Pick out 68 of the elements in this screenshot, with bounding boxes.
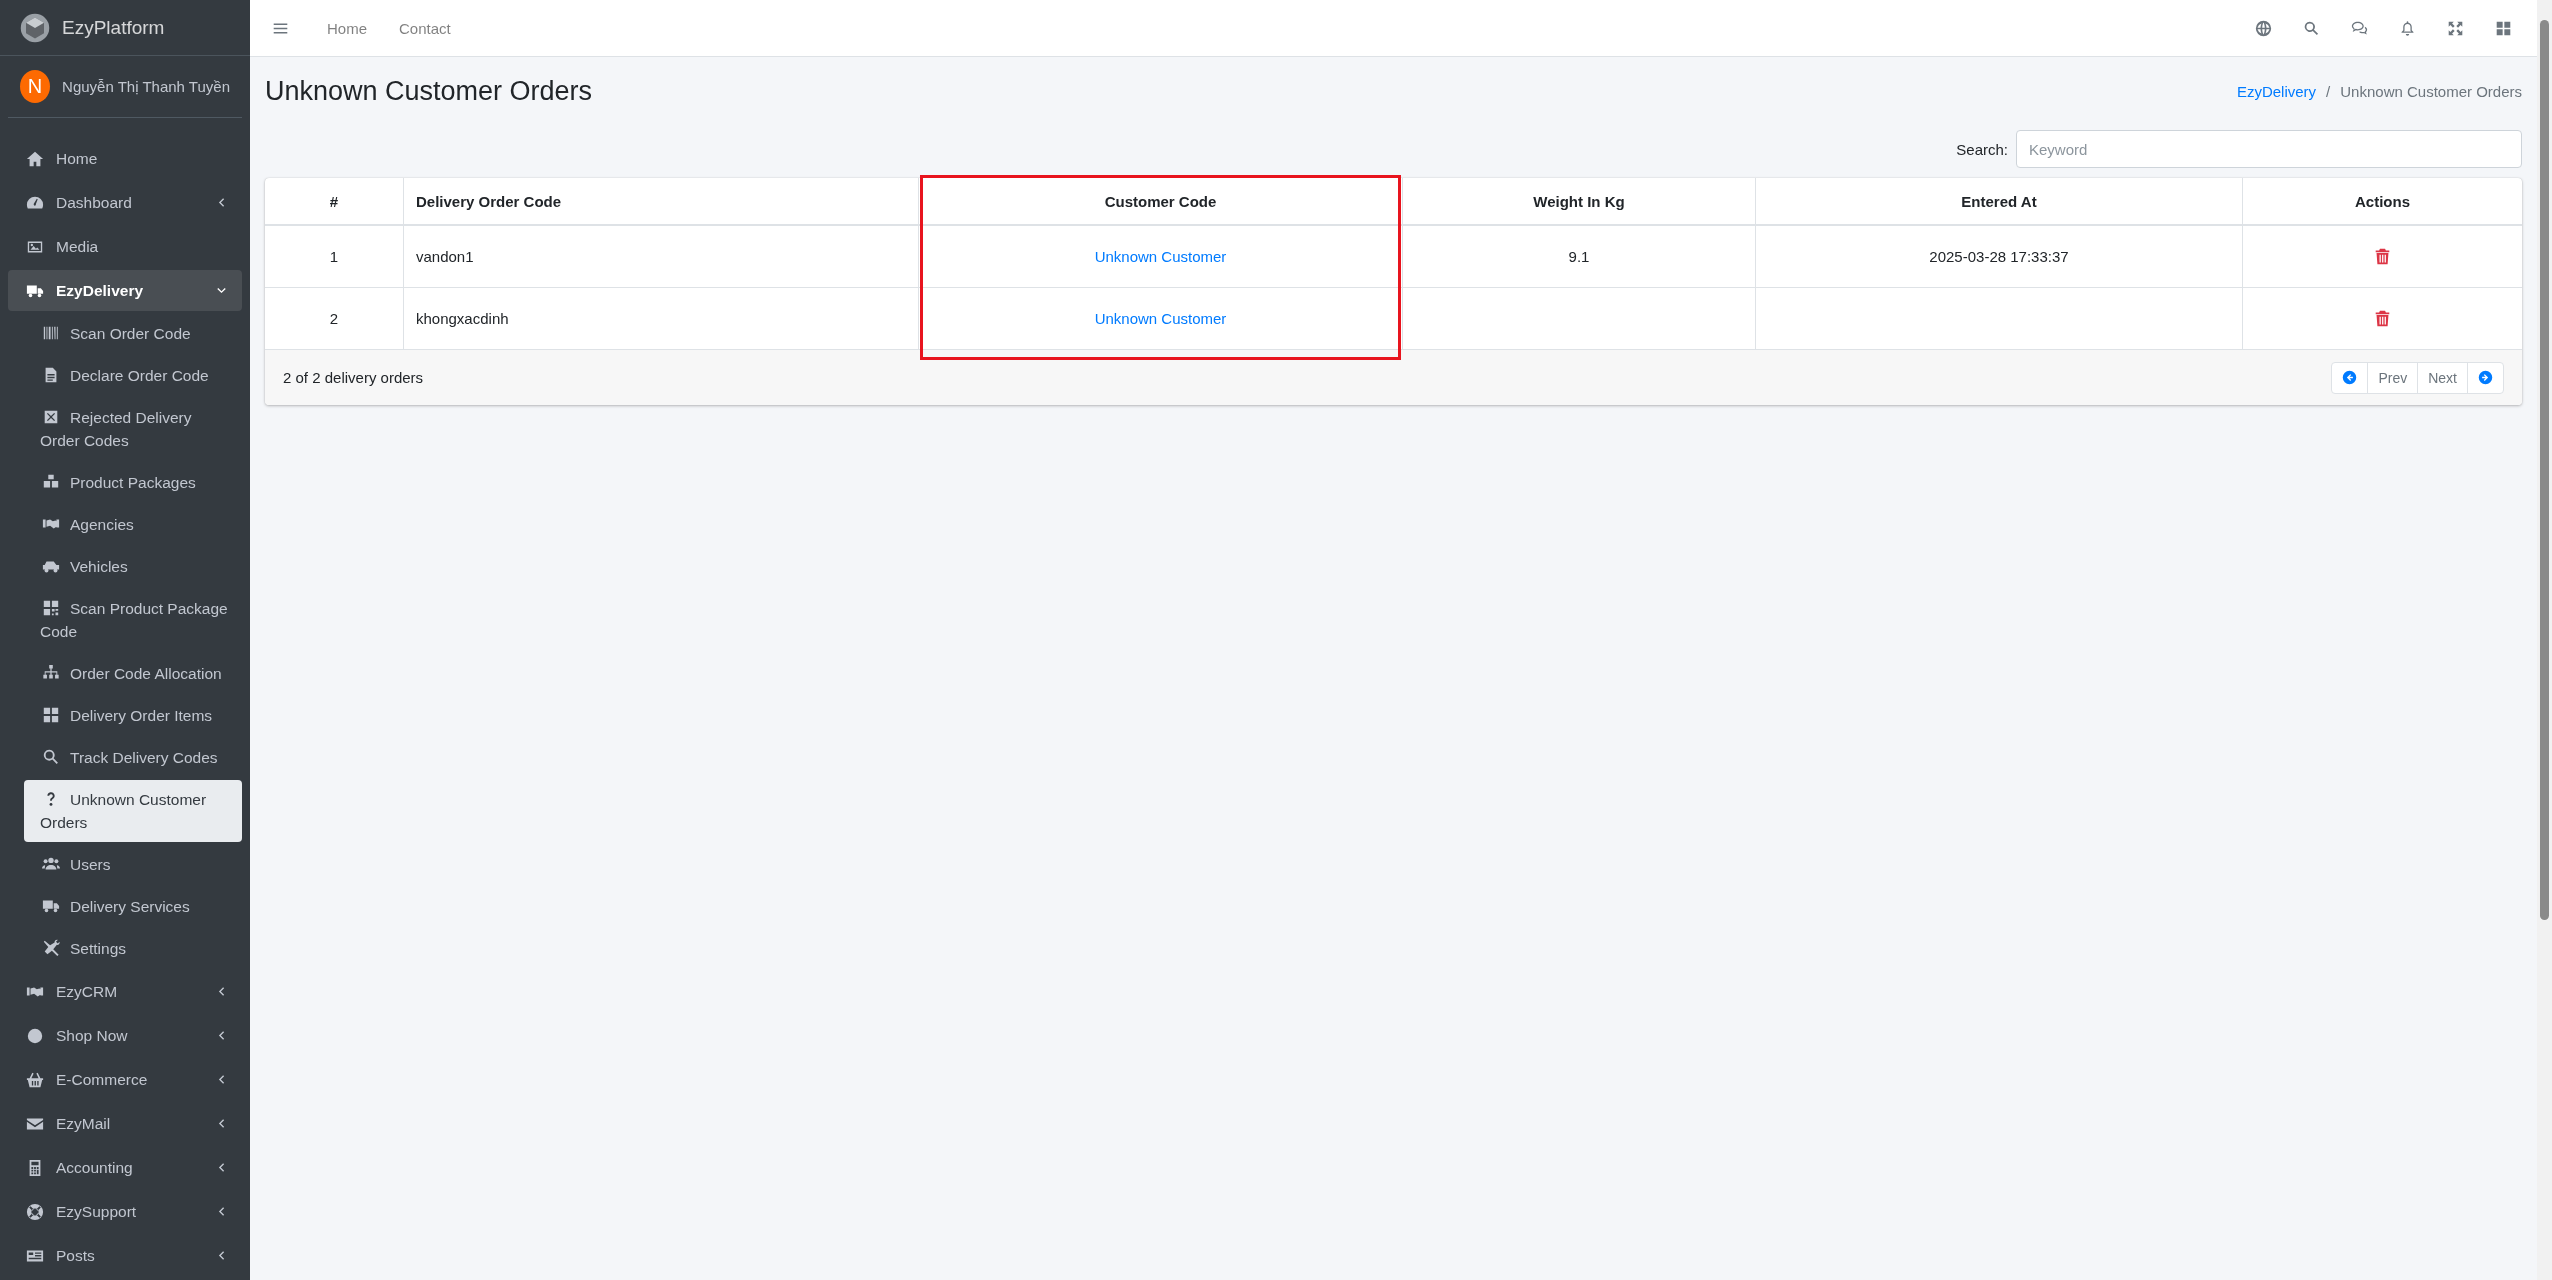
sidebar-item[interactable]: EzyMail — [8, 1103, 242, 1144]
basket-icon — [26, 1070, 44, 1089]
sidebar-item[interactable]: Home — [8, 138, 242, 179]
barcode-icon — [42, 324, 60, 342]
breadcrumb-current: Unknown Customer Orders — [2340, 82, 2522, 100]
sidebar-item[interactable]: Accounting — [8, 1147, 242, 1188]
sidebar-subitem[interactable]: Declare Order Code — [24, 356, 242, 395]
wrench-icon — [42, 939, 60, 957]
sidebar-subitem[interactable]: Order Code Allocation — [24, 654, 242, 693]
sidebar-subitem[interactable]: Product Packages — [24, 463, 242, 502]
user-avatar: N — [20, 70, 51, 103]
nav-link[interactable]: Home — [311, 19, 383, 37]
sidebar-subitem[interactable]: Scan Product Package Code — [24, 589, 242, 651]
table-cell: vandon1 — [404, 226, 919, 288]
sidebar-item[interactable]: Posts — [8, 1235, 242, 1276]
sidebar-item[interactable]: Shop Now — [8, 1015, 242, 1056]
column-header: Actions — [2243, 178, 2522, 226]
grid-icon — [42, 706, 60, 724]
column-header: Customer Code — [919, 178, 1403, 226]
expand-icon — [2446, 19, 2464, 37]
sidebar-item[interactable]: EzySupport — [8, 1191, 242, 1232]
search-icon — [2302, 19, 2320, 37]
customer-link[interactable]: Unknown Customer — [919, 226, 1403, 288]
lifebuoy-icon — [26, 1202, 44, 1221]
cube-logo-icon — [20, 12, 50, 43]
globe-icon — [2254, 19, 2272, 37]
column-header: # — [265, 178, 404, 226]
column-header: Weight In Kg — [1403, 178, 1756, 226]
sidebar-subitem[interactable]: Agencies — [24, 505, 242, 544]
circle-icon — [26, 1026, 44, 1045]
sidebar-item[interactable]: EzyCRM — [8, 971, 242, 1012]
sidebar-subitem[interactable]: Unknown Customer Orders — [24, 780, 242, 842]
sidebar-subitem[interactable]: Delivery Order Items — [24, 696, 242, 735]
qr-code-icon — [42, 599, 60, 617]
breadcrumb-separator: / — [2326, 82, 2331, 100]
column-header: Entered At — [1756, 178, 2243, 226]
sidebar-subitem[interactable]: Rejected Delivery Order Codes — [24, 398, 242, 460]
table-summary: 2 of 2 delivery orders — [283, 369, 424, 386]
sidebar-subitem[interactable]: Users — [24, 845, 242, 884]
table-cell: 9.1 — [1403, 226, 1756, 288]
search-label: Search: — [1956, 140, 2008, 158]
sidebar-item[interactable]: Media — [8, 226, 242, 267]
delete-button[interactable] — [2374, 248, 2391, 265]
brand-name: EzyPlatform — [62, 16, 165, 39]
table-cell: 1 — [265, 226, 404, 288]
grid-icon — [2494, 19, 2512, 37]
search-icon — [42, 748, 60, 766]
next-button[interactable]: Next — [2418, 362, 2468, 393]
prev-button[interactable]: Prev — [2368, 362, 2419, 393]
table-cell: 2025-03-28 17:33:37 — [1756, 226, 2243, 288]
user-name[interactable]: Nguyễn Thị Thanh Tuyền — [62, 78, 230, 95]
sidebar-subitem[interactable]: Settings — [24, 929, 242, 968]
sidebar-subitem[interactable]: Track Delivery Codes — [24, 738, 242, 777]
sidebar-subitem[interactable]: Scan Order Code — [24, 314, 242, 353]
search-field[interactable]: Keyword — [2016, 130, 2522, 168]
house-icon — [26, 149, 44, 168]
sidebar-subitem[interactable]: Vehicles — [24, 547, 242, 586]
scrollbar[interactable] — [2540, 20, 2549, 920]
chat-bubbles-icon — [2350, 19, 2368, 37]
page-title: Unknown Customer Orders — [265, 75, 593, 107]
sidebar-item[interactable]: Dashboard — [8, 182, 242, 223]
sidebar-subitem[interactable]: Delivery Services — [24, 887, 242, 926]
sidebar-item[interactable]: EzyDelivery — [8, 270, 242, 311]
sidebar-item[interactable]: E-Commerce — [8, 1059, 242, 1100]
breadcrumb-link[interactable]: EzyDelivery — [2236, 82, 2317, 100]
delete-button[interactable] — [2374, 310, 2391, 327]
nav-link[interactable]: Contact — [383, 19, 467, 37]
column-header: Delivery Order Code — [404, 178, 919, 226]
